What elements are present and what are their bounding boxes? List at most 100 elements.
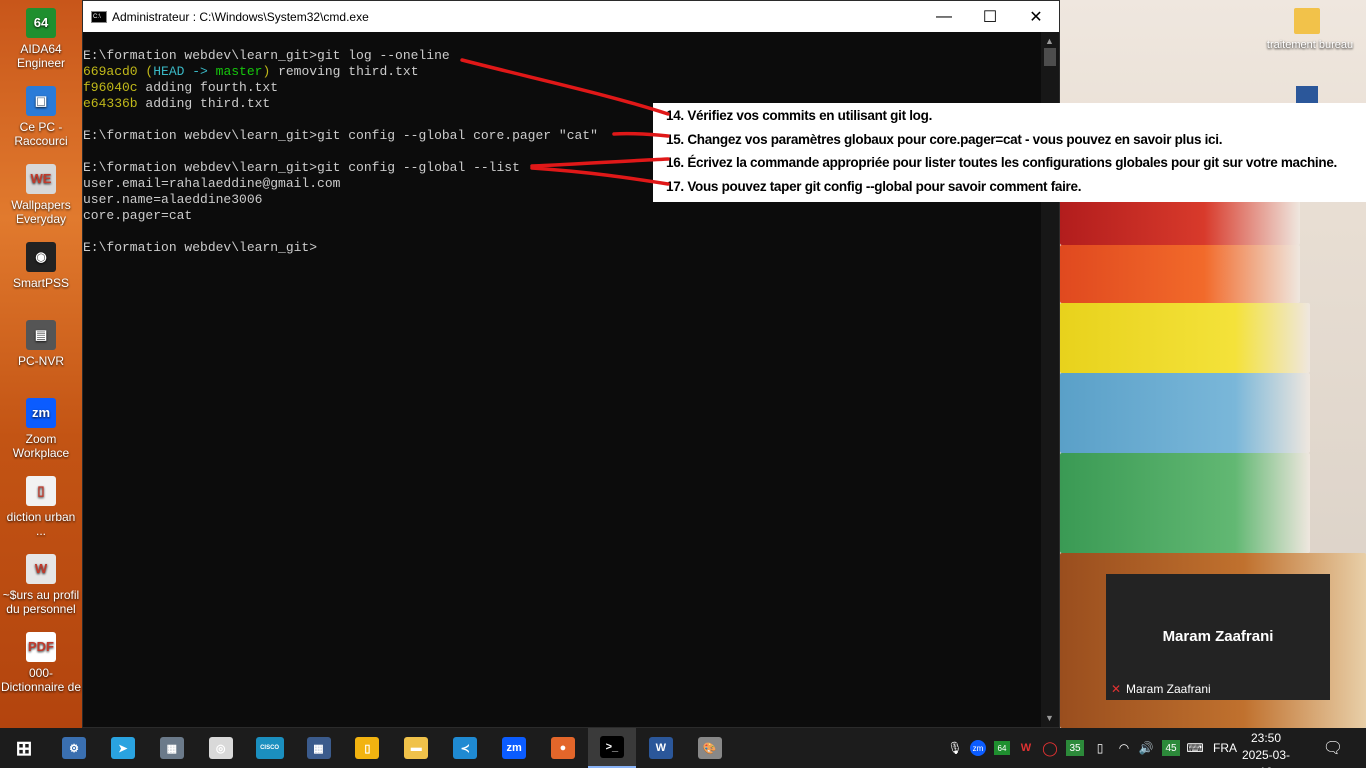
- zoom-participant-label: Maram Zaafrani: [1126, 682, 1211, 696]
- desktop-icon-label: Ce PC - Raccourci: [14, 120, 68, 148]
- cmd-titlebar[interactable]: C:\ Administrateur : C:\Windows\System32…: [83, 1, 1059, 32]
- taskbar-zoom[interactable]: zm: [490, 728, 538, 768]
- taskbar-word[interactable]: W: [637, 728, 685, 768]
- word-doc-icon[interactable]: [1296, 86, 1318, 104]
- maximize-button[interactable]: ☐: [967, 1, 1013, 32]
- cisco-packet-tracer-icon: CISCO: [255, 737, 284, 759]
- notifications-icon[interactable]: 🗨: [1318, 728, 1348, 768]
- desktop-icon-label: 000- Dictionnaire de l'aménage...: [0, 666, 82, 694]
- desktop-icon-label: Wallpapers Everyday: [11, 198, 71, 226]
- desktop-icon[interactable]: ▤ PC-NVR: [0, 320, 82, 368]
- zoom-participant-name: Maram Zaafrani: [1162, 628, 1274, 645]
- cmd-title: Administrateur : C:\Windows\System32\cmd…: [112, 9, 369, 24]
- taskbar-file-explorer[interactable]: ▬: [392, 728, 440, 768]
- instruction-14: 14. Vérifiez vos commits en utilisant gi…: [666, 108, 933, 123]
- wallpaper-book-green: [1060, 453, 1310, 553]
- console-msg: adding third.txt: [137, 96, 271, 111]
- desktop-icon[interactable]: W ~$urs au profil du personnel p...: [0, 554, 82, 616]
- scroll-up-icon[interactable]: ▲: [1045, 36, 1054, 46]
- console-prompt: E:\formation webdev\learn_git>: [83, 48, 318, 63]
- taskbar-compass[interactable]: ◎: [197, 728, 245, 768]
- nvr-icon: ▤: [26, 320, 56, 350]
- cmd-icon: C:\: [91, 10, 107, 23]
- console-prompt: E:\formation webdev\learn_git>: [83, 128, 318, 143]
- network-monitor-icon: ▦: [159, 737, 184, 759]
- tray-wallpapers-icon[interactable]: W: [1016, 728, 1036, 768]
- tray-temperature-badge[interactable]: 35: [1064, 728, 1086, 768]
- keyboard-icon[interactable]: ⌨: [1184, 728, 1206, 768]
- instruction-15: 15. Changez vos paramètres globaux pour …: [666, 131, 1223, 147]
- console-line: E:\formation webdev\learn_git>: [83, 240, 1041, 256]
- tray-cpu-badge[interactable]: 45: [1160, 728, 1182, 768]
- vscode-icon: ≺: [453, 737, 478, 759]
- desktop-icon[interactable]: ▣ Ce PC - Raccourci: [0, 86, 82, 148]
- instruction-16: 16. Écrivez la commande appropriée pour …: [666, 155, 1337, 170]
- aida64-icon: 64: [26, 8, 56, 38]
- taskbar-start[interactable]: ⊞: [0, 728, 48, 768]
- desktop-icon-label: AIDA64 Engineer: [16, 42, 66, 70]
- minimize-button[interactable]: —: [921, 1, 967, 32]
- console-cmd: git log --oneline: [317, 48, 450, 63]
- firefox-icon: ●: [551, 737, 575, 759]
- word-doc-icon: W: [26, 554, 56, 584]
- taskbar-vscode[interactable]: ≺: [441, 728, 489, 768]
- desktop-icon[interactable]: ◉ SmartPSS: [0, 242, 82, 290]
- taskbar-paint[interactable]: 🎨: [686, 728, 734, 768]
- console-text: user.name=alaeddine3006: [83, 192, 263, 207]
- console-text: user.email=rahalaeddine@gmail.com: [83, 176, 341, 191]
- taskbar-telegram[interactable]: ➤: [99, 728, 147, 768]
- microphone-icon[interactable]: 🎙: [946, 728, 964, 768]
- tray-aida64-icon[interactable]: 64: [992, 728, 1012, 768]
- tray-zoom-icon[interactable]: zm: [968, 728, 988, 768]
- desktop-icon[interactable]: ▯ diction urban ...: [0, 476, 82, 538]
- taskbar-sticky-app[interactable]: ▯: [343, 728, 391, 768]
- taskbar-cmd[interactable]: >_: [587, 728, 636, 768]
- desktop-icon-label: SmartPSS: [12, 276, 69, 290]
- folder-icon[interactable]: [1294, 8, 1320, 34]
- file-explorer-icon: ▬: [404, 737, 429, 759]
- close-button[interactable]: ✕: [1013, 1, 1059, 32]
- desktop-icon-label: diction urban ...: [6, 510, 76, 538]
- clock-time: 23:50: [1250, 731, 1282, 745]
- console-cmd: git config --global core.pager "cat": [317, 128, 598, 143]
- console-line: E:\formation webdev\learn_git>git log --…: [83, 48, 1041, 64]
- console-line: core.pager=cat: [83, 208, 1041, 224]
- mic-muted-icon: ✕: [1111, 682, 1122, 696]
- tray-opera-icon[interactable]: ◯: [1040, 728, 1060, 768]
- clock[interactable]: 23:50 2025-03-10: [1240, 730, 1292, 768]
- taskbar-calculator[interactable]: ▦: [295, 728, 343, 768]
- document-icon: ▯: [26, 476, 56, 506]
- taskbar-cisco-packet-tracer[interactable]: CISCO: [246, 728, 294, 768]
- zoom-icon: zm: [502, 737, 527, 759]
- console-text: core.pager=cat: [83, 208, 193, 223]
- desktop-icon[interactable]: zm Zoom Workplace: [0, 398, 82, 460]
- sticky-app-icon: ▯: [355, 737, 380, 759]
- zoom-participant-tile[interactable]: Maram Zaafrani ✕ Maram Zaafrani: [1106, 574, 1330, 700]
- instructions-panel: 14. Vérifiez vos commits en utilisant gi…: [653, 103, 1366, 202]
- scroll-down-icon[interactable]: ▼: [1045, 713, 1054, 723]
- wallpaper-book-blue: [1060, 373, 1310, 453]
- calculator-icon: ▦: [306, 737, 331, 759]
- taskbar-firefox[interactable]: ●: [539, 728, 587, 768]
- taskbar-network-monitor[interactable]: ▦: [148, 728, 196, 768]
- volume-icon[interactable]: 🔊: [1136, 728, 1156, 768]
- language-indicator[interactable]: FRA: [1210, 728, 1240, 768]
- console-msg: adding fourth.txt: [137, 80, 279, 95]
- wifi-icon[interactable]: ◠: [1114, 728, 1134, 768]
- desktop-icon[interactable]: 64 AIDA64 Engineer: [0, 8, 82, 70]
- control-panel-icon: ⚙: [62, 737, 86, 759]
- console-prompt: E:\formation webdev\learn_git>: [83, 240, 318, 255]
- console-msg: removing third.txt: [270, 64, 419, 79]
- usb-icon[interactable]: ▯: [1090, 728, 1110, 768]
- desktop-icon[interactable]: PDF 000- Dictionnaire de l'aménage...: [0, 632, 82, 694]
- scroll-thumb[interactable]: [1044, 48, 1056, 66]
- console-prompt: E:\formation webdev\learn_git>: [83, 160, 318, 175]
- desktop-icon-label-traitement: traitement bureau: [1266, 39, 1354, 51]
- console-cmd: git config --global --list: [317, 160, 520, 175]
- console-line: 669acd0 (HEAD -> master) removing third.…: [83, 64, 1041, 80]
- console-branch: master: [215, 64, 263, 79]
- taskbar-control-panel[interactable]: ⚙: [50, 728, 98, 768]
- desktop-icon[interactable]: WE Wallpapers Everyday: [0, 164, 82, 226]
- console-head: HEAD ->: [153, 64, 216, 79]
- clock-date: 2025-03-10: [1241, 748, 1291, 768]
